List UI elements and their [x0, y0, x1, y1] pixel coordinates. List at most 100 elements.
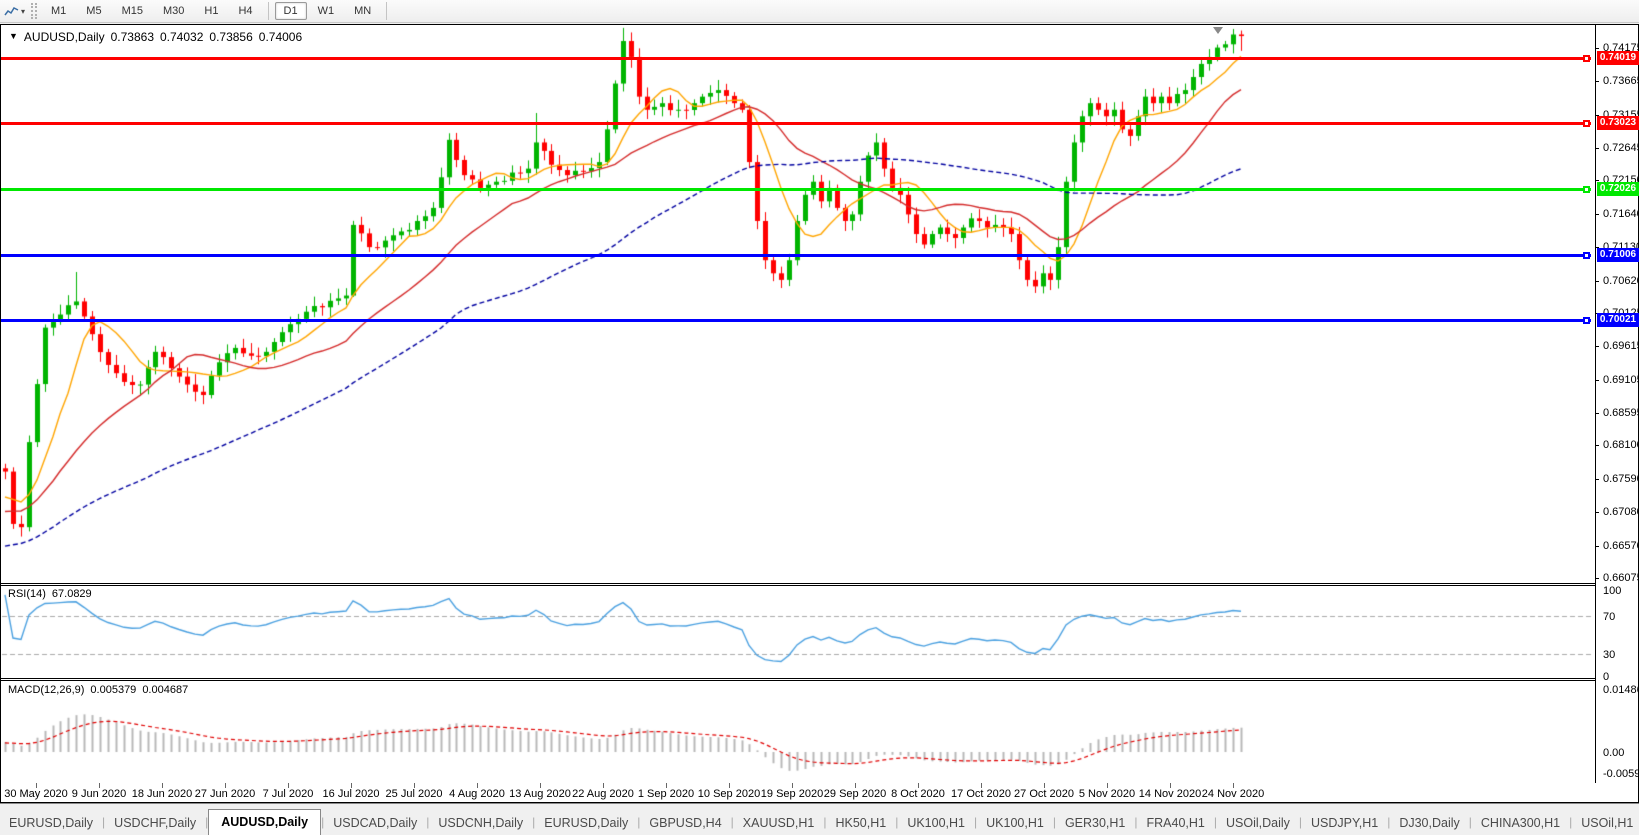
- timeframe-button-d1[interactable]: D1: [275, 2, 307, 20]
- price-tick: [1595, 413, 1599, 414]
- chart-tab-ger30-h1[interactable]: GER30,H1: [1056, 812, 1134, 835]
- line-handle[interactable]: [1583, 55, 1590, 62]
- price-tick: [1595, 281, 1599, 282]
- horizontal-level-line[interactable]: [1, 57, 1591, 60]
- date-label: 27 Oct 2020: [1014, 788, 1074, 800]
- price-tick: [1595, 578, 1599, 579]
- macd-main-value: 0.005379: [90, 684, 136, 696]
- price-tick-label: 0.67080: [1603, 506, 1639, 518]
- chart-tab-usdjpy-h1[interactable]: USDJPY,H1: [1302, 812, 1387, 835]
- collapse-triangle-icon[interactable]: ▼: [9, 31, 18, 44]
- chart-window: ▼ AUDUSD,Daily 0.73863 0.74032 0.73856 0…: [0, 24, 1639, 803]
- price-tick-label: 0.68595: [1603, 407, 1639, 419]
- chart-tab-usdcad-daily[interactable]: USDCAD,Daily: [324, 812, 426, 835]
- macd-axis-label: -0.005938: [1603, 768, 1639, 780]
- chart-tab-usdcnh-daily[interactable]: USDCNH,Daily: [429, 812, 532, 835]
- chart-shift-marker[interactable]: [1213, 27, 1223, 34]
- timeframe-button-m1[interactable]: M1: [42, 2, 75, 20]
- low-value: 0.73856: [209, 30, 252, 44]
- timeframe-button-m5[interactable]: M5: [77, 2, 110, 20]
- line-handle[interactable]: [1583, 252, 1590, 259]
- close-value: 0.74006: [259, 30, 302, 44]
- price-chart-canvas[interactable]: [1, 25, 1594, 559]
- date-label: 16 Jul 2020: [323, 788, 380, 800]
- macd-signal-value: 0.004687: [142, 684, 188, 696]
- date-label: 7 Jul 2020: [263, 788, 314, 800]
- chart-tab-usdchf-daily[interactable]: USDCHF,Daily: [105, 812, 205, 835]
- pane-separator[interactable]: [1, 583, 1595, 586]
- macd-canvas[interactable]: [1, 681, 1594, 782]
- date-label: 27 Jun 2020: [195, 788, 256, 800]
- price-tick-label: 0.66570: [1603, 540, 1639, 552]
- chart-tab-hk50-h1[interactable]: HK50,H1: [826, 812, 895, 835]
- date-label: 29 Sep 2020: [824, 788, 886, 800]
- horizontal-level-line[interactable]: [1, 254, 1591, 257]
- rsi-axis-label: 0: [1603, 671, 1609, 683]
- horizontal-level-line[interactable]: [1, 319, 1591, 322]
- timeframe-button-m15[interactable]: M15: [113, 2, 152, 20]
- open-value: 0.73863: [111, 30, 154, 44]
- price-level-badge: 0.72026: [1597, 182, 1639, 196]
- chart-tab-fra40-h1[interactable]: FRA40,H1: [1138, 812, 1214, 835]
- price-tick-label: 0.66075: [1603, 572, 1639, 584]
- chart-tab-gbpusd-h4[interactable]: GBPUSD,H4: [640, 812, 730, 835]
- timeframe-button-m30[interactable]: M30: [154, 2, 193, 20]
- date-label: 4 Aug 2020: [449, 788, 505, 800]
- toolbar-separator: [268, 2, 269, 20]
- date-label: 1 Sep 2020: [638, 788, 694, 800]
- mt4-window: ▾ M1M5M15M30H1H4 D1W1MN ▼ AUDUSD,Daily 0.…: [0, 0, 1639, 835]
- timeframe-button-h4[interactable]: H4: [229, 2, 261, 20]
- pane-separator[interactable]: [1, 678, 1595, 681]
- chart-tab-xauusd-h1[interactable]: XAUUSD,H1: [734, 812, 824, 835]
- horizontal-level-line[interactable]: [1, 122, 1591, 125]
- rsi-axis-label: 30: [1603, 649, 1615, 661]
- chart-tab-eurusd-daily[interactable]: EURUSD,Daily: [0, 812, 102, 835]
- chevron-down-icon[interactable]: ▾: [21, 7, 25, 16]
- date-label: 10 Sep 2020: [698, 788, 760, 800]
- date-label: 22 Aug 2020: [572, 788, 634, 800]
- toolbar-grip[interactable]: [31, 3, 37, 19]
- date-label: 19 Sep 2020: [761, 788, 823, 800]
- price-level-badge: 0.70021: [1597, 313, 1639, 327]
- chart-tab-eurusd-daily[interactable]: EURUSD,Daily: [535, 812, 637, 835]
- line-handle[interactable]: [1583, 120, 1590, 127]
- chart-tab-uk100-h1[interactable]: UK100,H1: [898, 812, 974, 835]
- timeframe-button-w1[interactable]: W1: [309, 2, 344, 20]
- timeframe-button-mn[interactable]: MN: [345, 2, 380, 20]
- chart-tab-usoil-h1[interactable]: USOil,H1: [1572, 812, 1639, 835]
- rsi-value: 67.0829: [52, 588, 92, 600]
- chart-tool-icon[interactable]: ▾: [0, 4, 29, 19]
- price-axis-line: [1595, 25, 1596, 783]
- timeframe-button-h1[interactable]: H1: [195, 2, 227, 20]
- date-label: 14 Nov 2020: [1139, 788, 1201, 800]
- price-tick: [1595, 445, 1599, 446]
- price-tick: [1595, 346, 1599, 347]
- high-value: 0.74032: [160, 30, 203, 44]
- chart-tab-audusd-daily[interactable]: AUDUSD,Daily: [208, 809, 321, 835]
- price-tick-label: 0.69615: [1603, 340, 1639, 352]
- macd-axis-label: 0.00: [1603, 747, 1624, 759]
- rsi-canvas[interactable]: [1, 586, 1594, 681]
- date-label: 9 Jun 2020: [72, 788, 126, 800]
- date-label: 24 Nov 2020: [1202, 788, 1264, 800]
- price-tick: [1595, 546, 1599, 547]
- timeframe-toolbar: ▾ M1M5M15M30H1H4 D1W1MN: [0, 0, 1639, 23]
- chart-tab-china300-h1[interactable]: CHINA300,H1: [1472, 812, 1569, 835]
- price-tick-label: 0.68100: [1603, 439, 1639, 451]
- price-tick: [1595, 214, 1599, 215]
- rsi-name: RSI(14): [8, 588, 46, 600]
- macd-label: MACD(12,26,9) 0.005379 0.004687: [8, 684, 188, 696]
- chart-tab-uk100-h1[interactable]: UK100,H1: [977, 812, 1053, 835]
- timeframe-buttons: M1M5M15M30H1H4 D1W1MN: [41, 2, 392, 20]
- line-handle[interactable]: [1583, 186, 1590, 193]
- price-tick-label: 0.67590: [1603, 473, 1639, 485]
- date-label: 5 Nov 2020: [1079, 788, 1135, 800]
- symbol-period-label: AUDUSD,Daily: [24, 30, 105, 44]
- macd-name: MACD(12,26,9): [8, 684, 84, 696]
- horizontal-level-line[interactable]: [1, 188, 1591, 191]
- chart-tab-usoil-daily[interactable]: USOil,Daily: [1217, 812, 1299, 835]
- date-label: 18 Jun 2020: [132, 788, 193, 800]
- line-handle[interactable]: [1583, 317, 1590, 324]
- date-label: 25 Jul 2020: [386, 788, 443, 800]
- chart-tab-dj30-daily[interactable]: DJ30,Daily: [1390, 812, 1468, 835]
